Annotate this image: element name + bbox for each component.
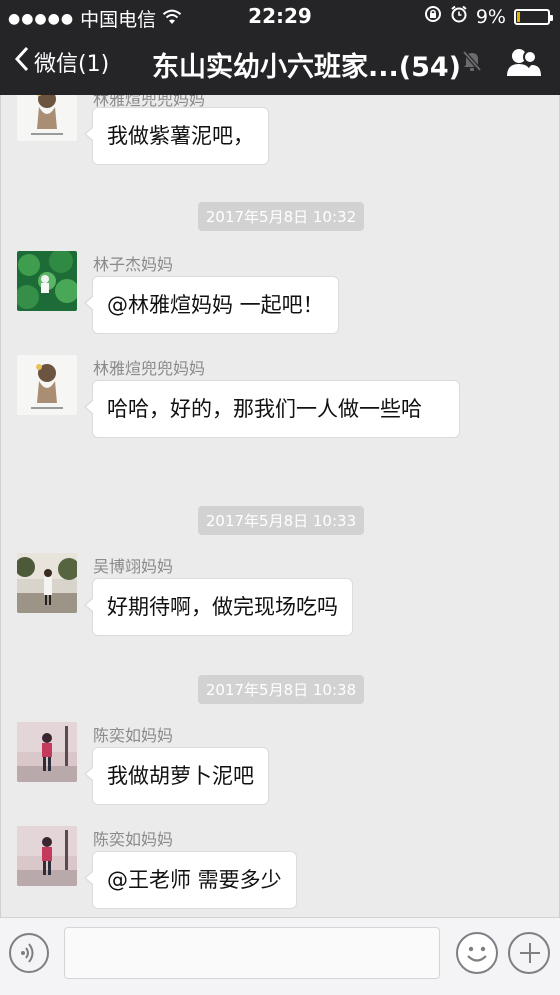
group-members-icon[interactable] bbox=[506, 46, 542, 84]
chat-area[interactable]: 林雅煊兜兜妈妈 我做紫薯泥吧， 2017年5月8日 10:32 林子杰妈妈 @林… bbox=[0, 95, 560, 917]
message-bubble[interactable]: 我做胡萝卜泥吧 bbox=[84, 747, 269, 805]
status-bar: ●●●●● 中国电信 22:29 9% bbox=[0, 0, 560, 32]
message-bubble[interactable]: 我做紫薯泥吧， bbox=[84, 107, 269, 165]
sender-name: 林雅煊兜兜妈妈 bbox=[93, 359, 206, 378]
battery-text: 9% bbox=[475, 5, 506, 28]
message-bubble[interactable]: @林雅煊妈妈 一起吧！ bbox=[84, 276, 339, 334]
message-bubble[interactable]: 好期待啊，做完现场吃吗 bbox=[84, 578, 353, 636]
timestamp-label: 2017年5月8日 10:32 bbox=[197, 202, 365, 231]
sender-name: 吴博翊妈妈 bbox=[93, 557, 174, 576]
timestamp-label: 2017年5月8日 10:33 bbox=[197, 506, 365, 535]
back-chevron-icon bbox=[14, 46, 30, 78]
message-input[interactable] bbox=[64, 927, 440, 979]
rotation-lock-icon bbox=[424, 5, 442, 28]
voice-icon bbox=[11, 943, 47, 975]
status-right: 9% bbox=[424, 5, 553, 28]
timestamp: 2017年5月8日 10:38 bbox=[1, 675, 559, 704]
alarm-icon bbox=[450, 5, 468, 28]
cartoon-girl-avatar[interactable] bbox=[17, 95, 77, 141]
sender-name: 林子杰妈妈 bbox=[93, 255, 174, 274]
emoji-button[interactable] bbox=[456, 932, 498, 974]
battery-icon bbox=[514, 8, 553, 25]
sender-name: 陈奕如妈妈 bbox=[93, 726, 174, 745]
timestamp: 2017年5月8日 10:33 bbox=[1, 506, 559, 535]
nav-bar: 微信(1) 东山实幼小六班家...(54) bbox=[0, 32, 560, 95]
cartoon-girl-avatar[interactable] bbox=[17, 355, 77, 415]
message-bubble[interactable]: 哈哈，好的，那我们一人做一些哈 bbox=[84, 380, 460, 438]
input-bar bbox=[0, 917, 560, 995]
emoji-icon bbox=[458, 946, 496, 976]
outdoor-photo-avatar[interactable] bbox=[17, 553, 77, 613]
mute-bell-icon bbox=[462, 50, 482, 76]
back-label: 微信(1) bbox=[34, 52, 110, 77]
plus-button[interactable] bbox=[508, 932, 550, 974]
street-photo-avatar[interactable] bbox=[17, 722, 77, 782]
street-photo-avatar[interactable] bbox=[17, 826, 77, 886]
voice-button[interactable] bbox=[9, 933, 49, 973]
message-bubble[interactable]: @王老师 需要多少 bbox=[84, 851, 297, 909]
timestamp: 2017年5月8日 10:32 bbox=[1, 202, 559, 231]
sender-name: 陈奕如妈妈 bbox=[93, 830, 174, 849]
back-button[interactable]: 微信(1) bbox=[14, 46, 109, 78]
timestamp-label: 2017年5月8日 10:38 bbox=[197, 675, 365, 704]
green-leaves-avatar[interactable] bbox=[17, 251, 77, 311]
chat-title: 东山实幼小六班家...(54) bbox=[152, 52, 462, 83]
battery-fill bbox=[517, 11, 520, 22]
